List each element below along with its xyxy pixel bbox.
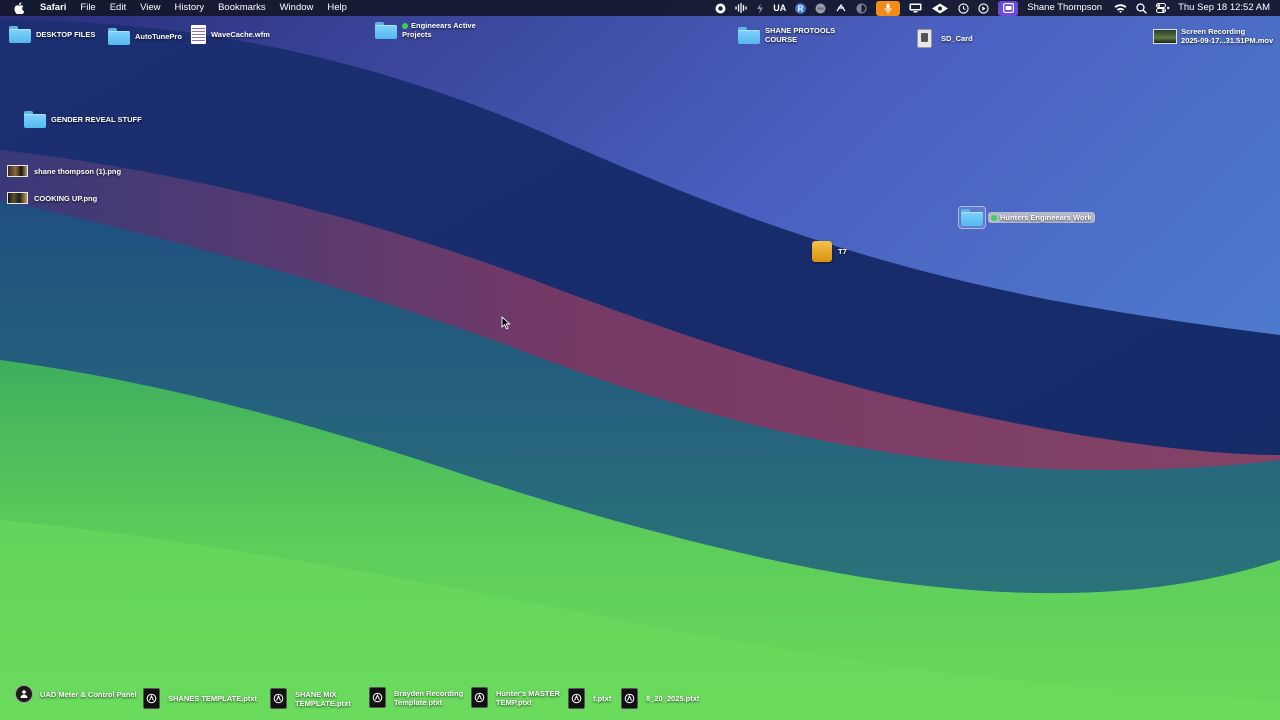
menu-view[interactable]: View: [133, 0, 167, 16]
external-drive-icon: [812, 241, 832, 262]
desktop-item-sd-card[interactable]: SD_Card: [917, 29, 973, 48]
video-thumbnail-icon: [1153, 28, 1177, 44]
half-circle-icon[interactable]: [856, 0, 867, 16]
desktop-item-desktop-files[interactable]: DESKTOP FILES: [9, 26, 95, 43]
desktop-item-shane-mix-template[interactable]: SHANE MIX TEMPLATE.ptxt: [270, 688, 351, 709]
desktop-item-label: UAD Meter & Control Panel: [40, 689, 137, 699]
menu-edit[interactable]: Edit: [103, 0, 133, 16]
desktop-item-label: SD_Card: [941, 34, 973, 43]
desktop-item-screen-recording[interactable]: Screen Recording 2025-09-17...31.51PM.mo…: [1153, 27, 1273, 45]
svg-text:R: R: [798, 4, 804, 13]
folder-selection: [958, 206, 986, 229]
sd-card-icon: [917, 29, 932, 48]
pro-tools-template-icon: [621, 688, 638, 709]
bolt-icon[interactable]: [756, 0, 764, 16]
desktop-item-shane-protools-course[interactable]: SHANE PROTOOLS COURSE: [738, 26, 835, 44]
pro-tools-template-icon: [270, 688, 287, 709]
desktop-item-label: t.ptxt: [593, 694, 612, 703]
folder-icon: [24, 111, 46, 128]
uad-app-icon: [15, 685, 33, 703]
folder-icon: [375, 21, 397, 39]
sync-icon[interactable]: [835, 0, 847, 16]
desktop-item-autotunepro[interactable]: AutoTunePro: [108, 28, 182, 45]
image-thumbnail-icon: [7, 165, 28, 177]
ua-icon[interactable]: UA: [773, 0, 786, 16]
desktop-item-wavecache[interactable]: WaveCache.wfm: [191, 25, 270, 44]
control-center-icon[interactable]: [1156, 0, 1170, 16]
desktop-item-label: T7: [838, 247, 847, 256]
desktop-item-label: 8_20_2025.ptxt: [646, 694, 700, 703]
desktop-item-label: GENDER REVEAL STUFF: [51, 115, 142, 124]
clock-icon[interactable]: [958, 0, 969, 16]
desktop-wallpaper: [0, 0, 1280, 720]
desktop-item-cooking-up-png[interactable]: COOKING UP.png: [7, 192, 97, 204]
desktop-item-label: SHANES TEMPLATE.ptxt: [168, 694, 258, 703]
pro-tools-template-icon: [143, 688, 160, 709]
display-icon[interactable]: [909, 0, 922, 16]
r-app-icon[interactable]: R: [795, 0, 807, 16]
mouse-cursor-icon: [501, 316, 511, 330]
user-name[interactable]: Shane Thompson: [1027, 0, 1102, 16]
desktop-item-label: COOKING UP.png: [34, 193, 98, 203]
folder-icon: [961, 209, 983, 226]
desktop-item-label: shane thompson (1).png: [34, 166, 122, 176]
desktop-item-engineears-active-projects[interactable]: Engineears Active Projects: [375, 21, 476, 39]
desktop-item-gender-reveal-stuff[interactable]: GENDER REVEAL STUFF: [24, 111, 142, 128]
play-circle-icon[interactable]: [978, 0, 989, 16]
desktop-item-label: AutoTunePro: [135, 32, 182, 41]
desktop-item-shanes-template[interactable]: SHANES TEMPLATE.ptxt: [143, 688, 257, 709]
desktop-item-label: WaveCache.wfm: [211, 30, 270, 39]
desktop-item-label: Hunters Engineears Work: [988, 212, 1095, 223]
menu-clock[interactable]: Thu Sep 18 12:52 AM: [1178, 0, 1270, 16]
folder-icon: [9, 26, 31, 43]
desktop-item-t7-drive[interactable]: T7: [812, 241, 847, 262]
desktop-item-uad-meter[interactable]: UAD Meter & Control Panel: [15, 685, 137, 703]
desktop-item-8-20-2025[interactable]: 8_20_2025.ptxt: [621, 688, 699, 709]
record-dot-icon[interactable]: [815, 0, 826, 16]
desktop-item-brayden-recording-template[interactable]: Brayden Recording Template.ptxt: [369, 687, 463, 708]
menu-bookmarks[interactable]: Bookmarks: [211, 0, 273, 16]
waveform-file-icon: [191, 25, 206, 44]
desktop-item-label: Engineears Active Projects: [402, 21, 476, 39]
menu-file[interactable]: File: [73, 0, 102, 16]
apple-icon[interactable]: [13, 2, 25, 14]
window-icon[interactable]: [998, 0, 1019, 16]
desktop-item-t-ptxt[interactable]: t.ptxt: [568, 688, 611, 709]
green-tag-icon: [991, 215, 997, 222]
desktop-item-label: Screen Recording 2025-09-17...31.51PM.mo…: [1181, 27, 1274, 45]
desktop-item-label: DESKTOP FILES: [36, 30, 96, 39]
folder-icon: [738, 26, 760, 44]
desktop-item-label: SHANE MIX TEMPLATE.ptxt: [295, 689, 351, 708]
pro-tools-template-icon: [471, 687, 488, 708]
microphone-icon[interactable]: [876, 0, 901, 16]
pro-tools-template-icon: [568, 688, 585, 709]
desktop-item-label: Hunter's MASTER TEMP.ptxt: [496, 688, 560, 707]
desktop-item-hunters-master-temp[interactable]: Hunter's MASTER TEMP.ptxt: [471, 687, 560, 708]
search-icon[interactable]: [1136, 0, 1147, 16]
desktop-item-hunters-engineears-work[interactable]: Hunters Engineears Work: [958, 206, 1095, 229]
desktop-item-label: Brayden Recording Template.ptxt: [394, 688, 464, 707]
menu-app-name[interactable]: Safari: [33, 0, 73, 16]
camera-control-icon[interactable]: [715, 0, 726, 16]
folder-icon: [108, 28, 130, 45]
menu-bar: Safari File Edit View History Bookmarks …: [0, 0, 1280, 16]
menu-help[interactable]: Help: [320, 0, 354, 16]
image-thumbnail-icon: [7, 192, 28, 204]
menu-window[interactable]: Window: [273, 0, 321, 16]
desktop-item-shane-thompson-png[interactable]: shane thompson (1).png: [7, 165, 121, 177]
ear-icon[interactable]: [931, 0, 949, 16]
pro-tools-template-icon: [369, 687, 386, 708]
menu-history[interactable]: History: [168, 0, 212, 16]
green-tag-icon: [402, 23, 408, 30]
audio-waveform-icon[interactable]: [735, 0, 747, 16]
wifi-icon[interactable]: [1114, 0, 1127, 16]
desktop-item-label: SHANE PROTOOLS COURSE: [765, 26, 836, 44]
